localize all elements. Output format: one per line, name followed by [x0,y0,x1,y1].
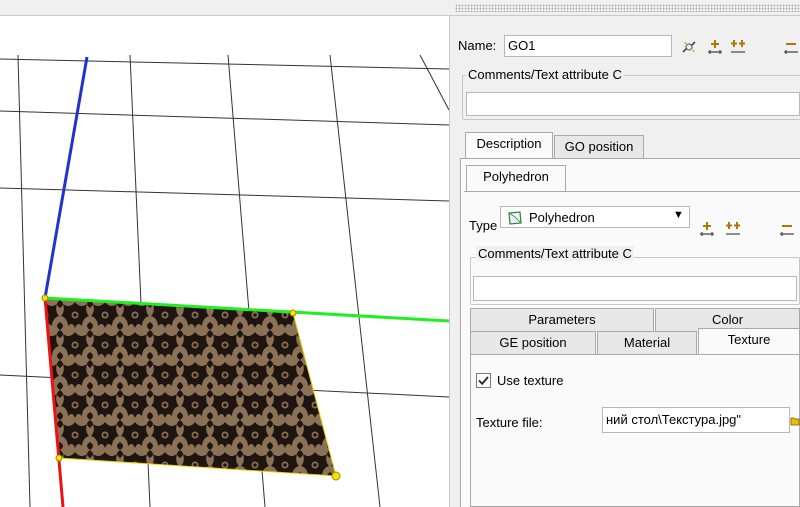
tab-material[interactable]: Material [597,331,697,354]
checkmark-icon [478,376,489,386]
move-down-icon[interactable] [778,220,796,238]
properties-panel: Name: GO1 Comments/Text attribute C Desc… [456,16,800,507]
tab-description[interactable]: Description [465,132,553,158]
link-icon[interactable] [680,38,698,56]
scene-canvas[interactable] [0,16,449,507]
texture-file-label: Texture file: [476,415,543,430]
tab-ge-position[interactable]: GE position [470,331,596,354]
comments-title-1: Comments/Text attribute C [466,67,624,82]
texture-file-input[interactable]: ний стол\Текстура.jpg" [602,407,790,433]
browse-folder-icon[interactable] [790,413,800,427]
chevron-down-icon: ▼ [673,209,684,221]
y-axis [43,56,89,299]
textured-polygon[interactable] [44,297,337,477]
comments-input-2[interactable] [473,276,797,301]
comments-title-2: Comments/Text attribute C [476,246,634,261]
type-select[interactable]: Polyhedron ▼ [500,206,690,228]
panel-splitter[interactable] [449,16,456,507]
use-texture-checkbox[interactable] [476,373,491,388]
add-child-icon[interactable] [706,38,724,56]
tab-texture[interactable]: Texture [698,328,800,354]
move-down-icon[interactable] [782,38,800,56]
name-label: Name: [458,38,497,53]
type-select-value: Polyhedron [529,210,595,225]
use-texture-label: Use texture [497,373,564,388]
3d-viewport[interactable] [0,16,449,507]
top-bar [0,0,800,16]
add-sibling-icon[interactable] [729,38,747,56]
add-sibling-icon[interactable] [724,220,742,238]
comments-group-2 [470,257,800,305]
add-child-icon[interactable] [698,220,716,238]
tab-parameters[interactable]: Parameters [470,308,654,331]
polyhedron-icon [508,211,522,225]
comments-input-1[interactable] [466,92,800,116]
name-input[interactable]: GO1 [504,35,672,57]
dock-grip[interactable] [455,4,800,12]
tab-polyhedron[interactable]: Polyhedron [466,165,566,191]
tab-go-position[interactable]: GO position [554,135,644,158]
divider [464,191,800,192]
type-label: Type [469,218,498,233]
